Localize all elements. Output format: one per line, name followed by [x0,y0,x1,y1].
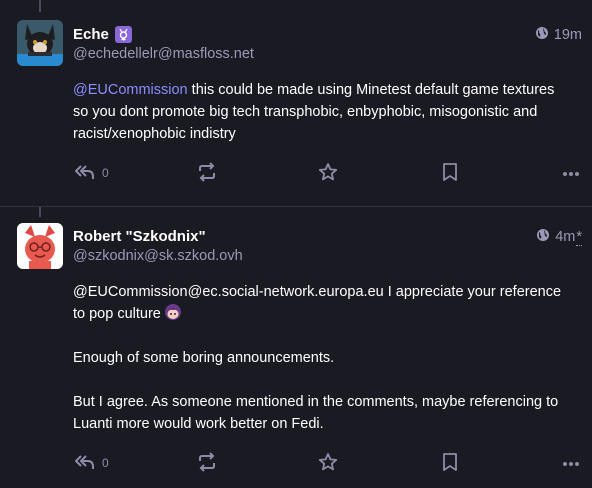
bookmark-button[interactable] [441,161,459,185]
status-content: @EUCommission this could be made using M… [73,79,583,145]
star-icon [318,452,338,475]
more-button[interactable] [562,451,580,475]
reply-count: 0 [102,456,109,470]
mention-link[interactable]: @EUCommission [73,82,188,98]
edited-indicator[interactable]: * [576,229,582,246]
account-handle[interactable]: @szkodnix@sk.szkod.ovh [73,248,243,264]
anime-girl-emoji-icon [164,303,182,321]
globe-icon [536,228,550,246]
content-text: But I agree. As someone mentioned in the… [73,394,559,410]
timestamp-row[interactable]: 19m [535,26,582,44]
content-text: so you dont promote big tech transphobic… [73,104,538,120]
action-bar: 0 [0,161,592,185]
bookmark-icon [441,162,459,185]
reply-all-icon [74,163,96,184]
bookmark-icon [441,452,459,475]
repeat-icon [197,451,217,475]
favourite-button[interactable] [318,451,338,475]
boost-button[interactable] [197,161,217,185]
avatar[interactable] [17,223,63,269]
content-text: to pop culture [73,306,161,322]
mention-link[interactable]: @EUCommission@ec.social-network.europa.e… [73,284,384,300]
gender-symbol-icon [114,25,132,43]
content-text: this could be made using Minetest defaul… [187,82,555,98]
status-post[interactable]: Eche @echedellelr@masfloss.net 19m @EUCo… [0,0,592,206]
display-name-row[interactable]: Robert "Szkodnix" [73,226,206,246]
reply-all-icon [74,453,96,474]
reply-button[interactable]: 0 [74,161,109,185]
boost-button[interactable] [197,451,217,475]
status-content: @EUCommission@ec.social-network.europa.e… [73,281,583,435]
bookmark-button[interactable] [441,451,459,475]
timestamp: 19m [553,27,582,43]
content-text: Luanti more would work better on Fedi. [73,416,324,432]
display-name[interactable]: Robert "Szkodnix" [73,228,206,245]
more-dots-icon [562,166,580,180]
favourite-button[interactable] [318,161,338,185]
star-icon [318,162,338,185]
account-handle[interactable]: @echedellelr@masfloss.net [73,46,254,62]
timestamp-row[interactable]: 4m * [536,228,582,246]
content-text: I appreciate your reference [383,284,562,300]
timestamp: 4m [555,229,576,245]
reply-button[interactable]: 0 [74,451,109,475]
content-text: racist/xenophobic indistry [73,126,236,142]
more-button[interactable] [562,161,580,185]
globe-icon [535,26,549,44]
display-name[interactable]: Eche [73,26,109,43]
reply-count: 0 [102,166,109,180]
display-name-row[interactable]: Eche [73,24,132,44]
action-bar: 0 [0,451,592,475]
status-post[interactable]: Robert "Szkodnix" @szkodnix@sk.szkod.ovh… [0,207,592,488]
repeat-icon [197,161,217,185]
avatar[interactable] [17,20,63,66]
content-text: Enough of some boring announcements. [73,350,335,366]
more-dots-icon [562,456,580,470]
